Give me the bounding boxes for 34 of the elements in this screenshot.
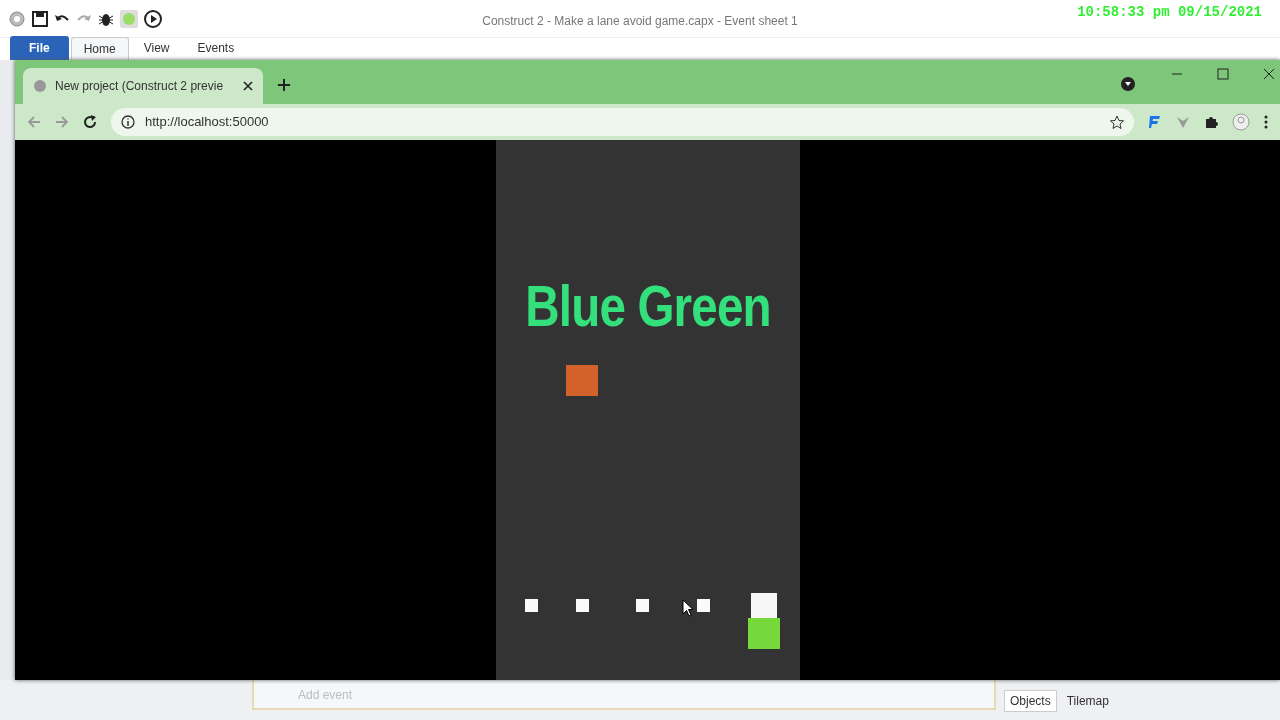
game-title: Blue Green — [523, 272, 772, 340]
player-block — [747, 618, 780, 649]
pellet — [575, 599, 589, 612]
address-bar[interactable]: http://localhost:50000 — [111, 108, 1134, 136]
cursor-icon — [681, 599, 694, 617]
panel-tab[interactable]: Tilemap — [1060, 690, 1115, 712]
puzzle-icon[interactable] — [1204, 115, 1218, 129]
window-title: Construct 2 - Make a lane avoid game.capx - Event sheet 1 — [482, 13, 798, 30]
obstacle-block — [750, 593, 777, 619]
clock-overlay: 10:58:33 pm 09/15/2021 — [1077, 3, 1262, 22]
pellet — [635, 599, 649, 612]
extension-icon[interactable] — [1148, 115, 1162, 129]
save-icon[interactable] — [32, 10, 48, 27]
ribbon-tab[interactable]: Events — [184, 36, 248, 60]
panel-tab[interactable]: Objects — [1004, 690, 1057, 712]
file-menu-button[interactable]: File — [10, 36, 69, 60]
enemy-block — [565, 365, 598, 396]
gear-icon[interactable] — [8, 9, 26, 28]
menu-icon[interactable] — [1264, 115, 1268, 129]
ribbon-tab[interactable]: Home — [70, 37, 129, 60]
new-tab-icon[interactable] — [277, 78, 291, 92]
maximize-icon[interactable] — [1217, 68, 1229, 80]
browser-tab[interactable]: New project (Construct 2 previe — [23, 68, 263, 104]
info-icon — [121, 115, 135, 129]
pellet — [696, 599, 710, 612]
star-icon[interactable] — [1110, 115, 1124, 129]
favicon-icon — [33, 79, 47, 93]
close-icon[interactable] — [1263, 68, 1275, 80]
ribbon-tab[interactable]: View — [130, 36, 183, 60]
reload-icon[interactable] — [83, 115, 97, 129]
pellet — [524, 599, 538, 612]
play-icon[interactable] — [144, 9, 162, 28]
close-icon[interactable] — [243, 81, 253, 91]
dropdown-icon[interactable] — [1121, 77, 1135, 91]
